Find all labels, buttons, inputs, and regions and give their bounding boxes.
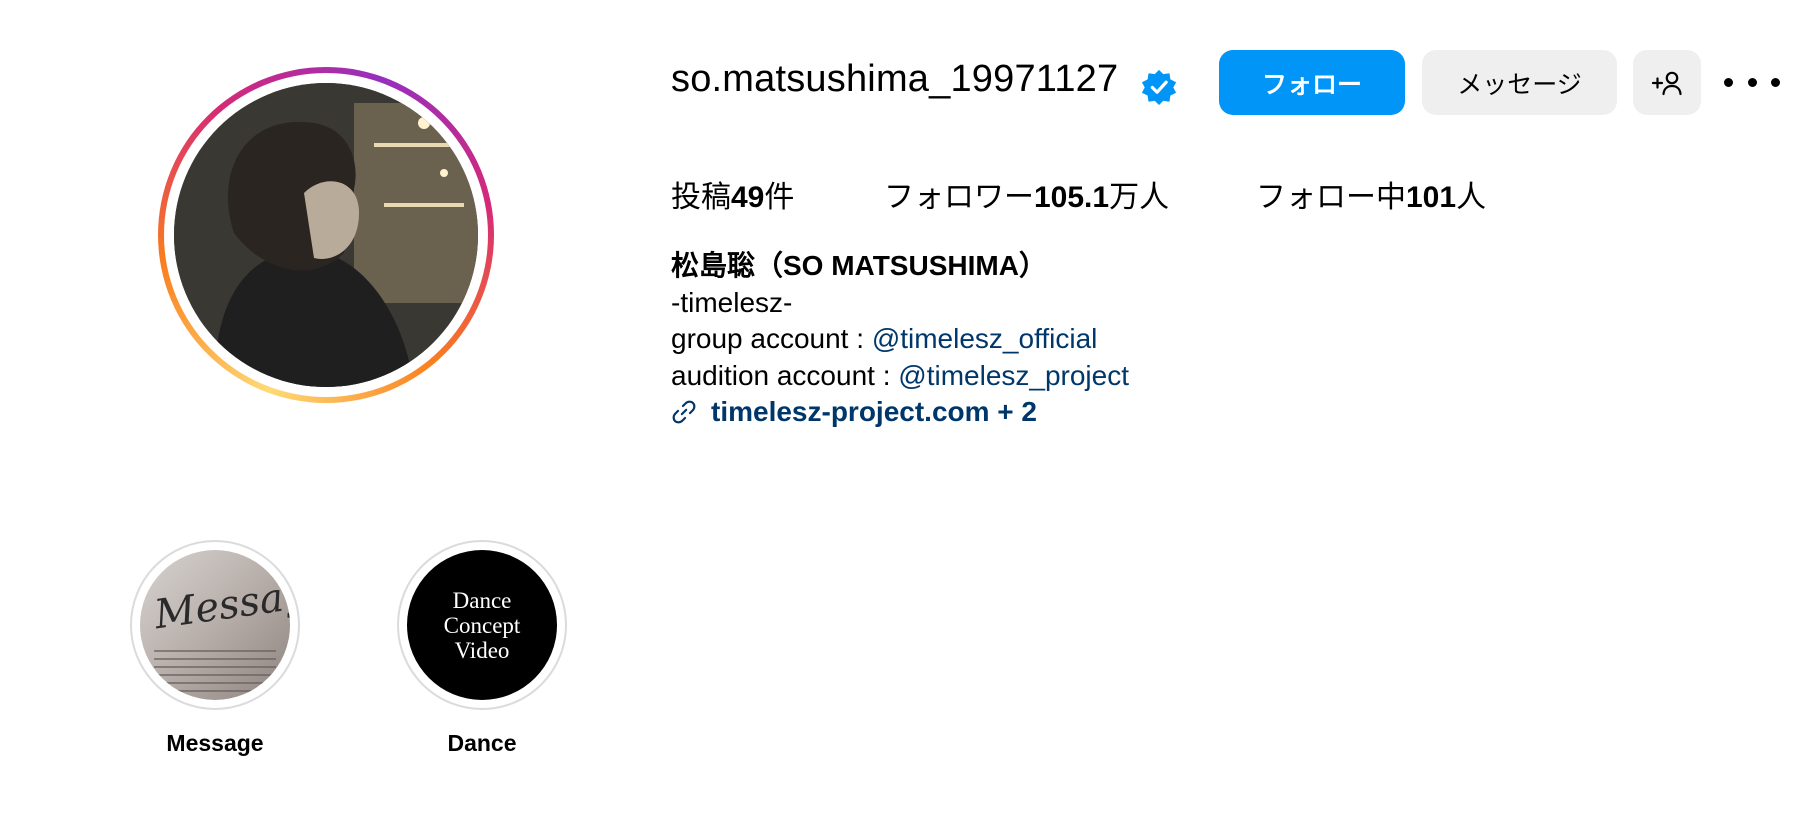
following-suffix: 人 [1456, 181, 1487, 214]
highlight-label: Dance [447, 730, 517, 756]
following-link[interactable]: フォロー中101人 [1256, 172, 1486, 216]
posts-suffix: 件 [764, 181, 795, 214]
highlight-ring: Message [130, 540, 300, 710]
bio-audition-line: audition account : @timelesz_project [671, 358, 1129, 395]
highlight-cover-dance: Dance Concept Video [407, 550, 557, 700]
external-link-text: timelesz-project.com + 2 [711, 396, 1038, 427]
bio-line: -timelesz- [671, 286, 793, 318]
profile-username: so.matsushima_19971127 [671, 58, 1119, 100]
highlight-cover-text: Message [151, 567, 290, 639]
highlight-message[interactable]: Message Message [129, 540, 301, 757]
more-horizontal-icon [1724, 77, 1733, 87]
followers-suffix: 万人 [1109, 181, 1170, 214]
posts-count: 投稿49件 [671, 172, 794, 216]
link-icon [672, 400, 696, 424]
followers-label: フォロワー [884, 181, 1034, 214]
posts-number: 49 [731, 181, 765, 214]
followers-link[interactable]: フォロワー105.1万人 [884, 172, 1169, 216]
following-label: フォロー中 [1256, 181, 1406, 214]
profile-bio: 松島聡（SO MATSUSHIMA） -timelesz- group acco… [671, 248, 1129, 431]
bio-group-prefix: group account : [671, 323, 872, 354]
avatar-photo [174, 83, 478, 387]
person-plus-icon [1651, 71, 1682, 95]
more-options-button[interactable] [1724, 62, 1780, 102]
bio-display-name: 松島聡（SO MATSUSHIMA） [671, 250, 1047, 281]
group-mention-link[interactable]: @timelesz_official [872, 323, 1098, 354]
bio-audition-prefix: audition account : [671, 359, 899, 391]
message-button[interactable]: メッセージ [1422, 50, 1617, 115]
highlight-cover-text: Dance Concept Video [443, 587, 521, 663]
following-number: 101 [1406, 181, 1457, 214]
highlight-cover-message: Message [140, 550, 290, 700]
followers-number: 105.1 [1034, 181, 1110, 214]
profile-avatar[interactable] [158, 67, 494, 403]
audition-mention-link[interactable]: @timelesz_project [898, 360, 1129, 391]
follow-button[interactable]: フォロー [1219, 50, 1405, 115]
highlight-ring: Dance Concept Video [397, 540, 567, 710]
bio-group-line: group account : @timelesz_official [671, 321, 1129, 358]
highlight-label: Message [166, 730, 264, 756]
posts-label: 投稿 [671, 181, 731, 214]
external-link[interactable]: timelesz-project.com + 2 [671, 394, 1129, 431]
highlight-dance[interactable]: Dance Concept Video Dance [396, 540, 568, 757]
more-dot [1771, 77, 1780, 87]
cover-text-lines [154, 650, 276, 698]
verified-badge-icon [1141, 69, 1177, 106]
avatar-person-illustration [174, 83, 478, 387]
add-user-button[interactable] [1633, 50, 1701, 115]
more-dot [1747, 77, 1757, 87]
